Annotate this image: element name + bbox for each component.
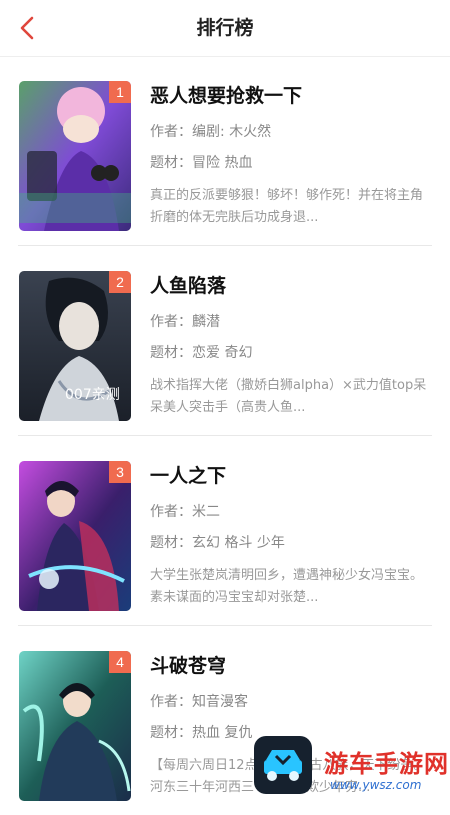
author-text: 作者：编剧: 木火然 [150, 124, 272, 140]
comic-cover[interactable]: 4 [19, 651, 131, 801]
watermark-text: 游车手游网 [324, 750, 449, 778]
item-info: 人鱼陷落 作者：麟潜 题材：恋爱 奇幻 战术指挥大佬（撒娇白狮alpha）×武力… [150, 272, 432, 419]
cover-art [19, 81, 131, 231]
page-title: 排行榜 [196, 17, 254, 39]
watermark-url: www.ywsz.com [330, 778, 422, 792]
site-watermark: 游车手游网 www.ywsz.com [254, 722, 450, 800]
item-info: 一人之下 作者：米二 题材：玄幻 格斗 少年 大学生张楚岚清明回乡，遭遇神秘少女… [150, 462, 432, 609]
description-text: 真正的反派要够狠！够坏！够作死！并在将主角折磨的体无完肤后功成身退... [150, 188, 424, 225]
genre-text: 题材：恋爱 奇幻 [150, 345, 253, 361]
car-logo-icon [254, 736, 312, 794]
author-text: 作者：麟潜 [150, 314, 220, 330]
cover-art [19, 651, 131, 801]
item-info: 恶人想要抢救一下 作者：编剧: 木火然 题材：冒险 热血 真正的反派要够狠！够坏… [150, 82, 432, 229]
list-item[interactable]: 3 一人之下 作者：米二 题材：玄幻 格斗 少年 大学生张楚岚清明回乡，遭遇神秘… [18, 436, 432, 626]
comic-title[interactable]: 恶人想要抢救一下 [150, 82, 432, 110]
comic-title[interactable]: 一人之下 [150, 462, 432, 490]
comic-cover[interactable]: 007亲测 2 [19, 271, 131, 421]
author-text: 作者：知音漫客 [150, 694, 248, 710]
list-item[interactable]: 1 恶人想要抢救一下 作者：编剧: 木火然 题材：冒险 热血 真正的反派要够狠！… [18, 56, 432, 246]
genre-text: 题材：冒险 热血 [150, 155, 253, 171]
description-text: 大学生张楚岚清明回乡，遭遇神秘少女冯宝宝。素未谋面的冯宝宝却对张楚... [150, 568, 424, 605]
comic-title[interactable]: 斗破苍穹 [150, 652, 432, 680]
ranking-list: 1 恶人想要抢救一下 作者：编剧: 木火然 题材：冒险 热血 真正的反派要够狠！… [0, 56, 450, 815]
comic-cover[interactable]: 3 [19, 461, 131, 611]
cover-caption: 007亲测 [65, 387, 120, 403]
description-text: 战术指挥大佬（撒娇白狮alpha）×武力值top呆呆美人突击手（高贵人鱼... [150, 378, 427, 415]
comic-cover[interactable]: 1 [19, 81, 131, 231]
comic-title[interactable]: 人鱼陷落 [150, 272, 432, 300]
rank-badge: 1 [109, 81, 131, 103]
rank-badge: 4 [109, 651, 131, 673]
author-text: 作者：米二 [150, 504, 220, 520]
rank-badge: 2 [109, 271, 131, 293]
cover-art [19, 461, 131, 611]
cover-art: 007亲测 [19, 271, 131, 421]
list-item[interactable]: 007亲测 2 人鱼陷落 作者：麟潜 题材：恋爱 奇幻 战术指挥大佬（撒娇白狮a… [18, 246, 432, 436]
genre-text: 题材：玄幻 格斗 少年 [150, 535, 285, 551]
app-header: 排行榜 [0, 0, 450, 57]
rank-badge: 3 [109, 461, 131, 483]
